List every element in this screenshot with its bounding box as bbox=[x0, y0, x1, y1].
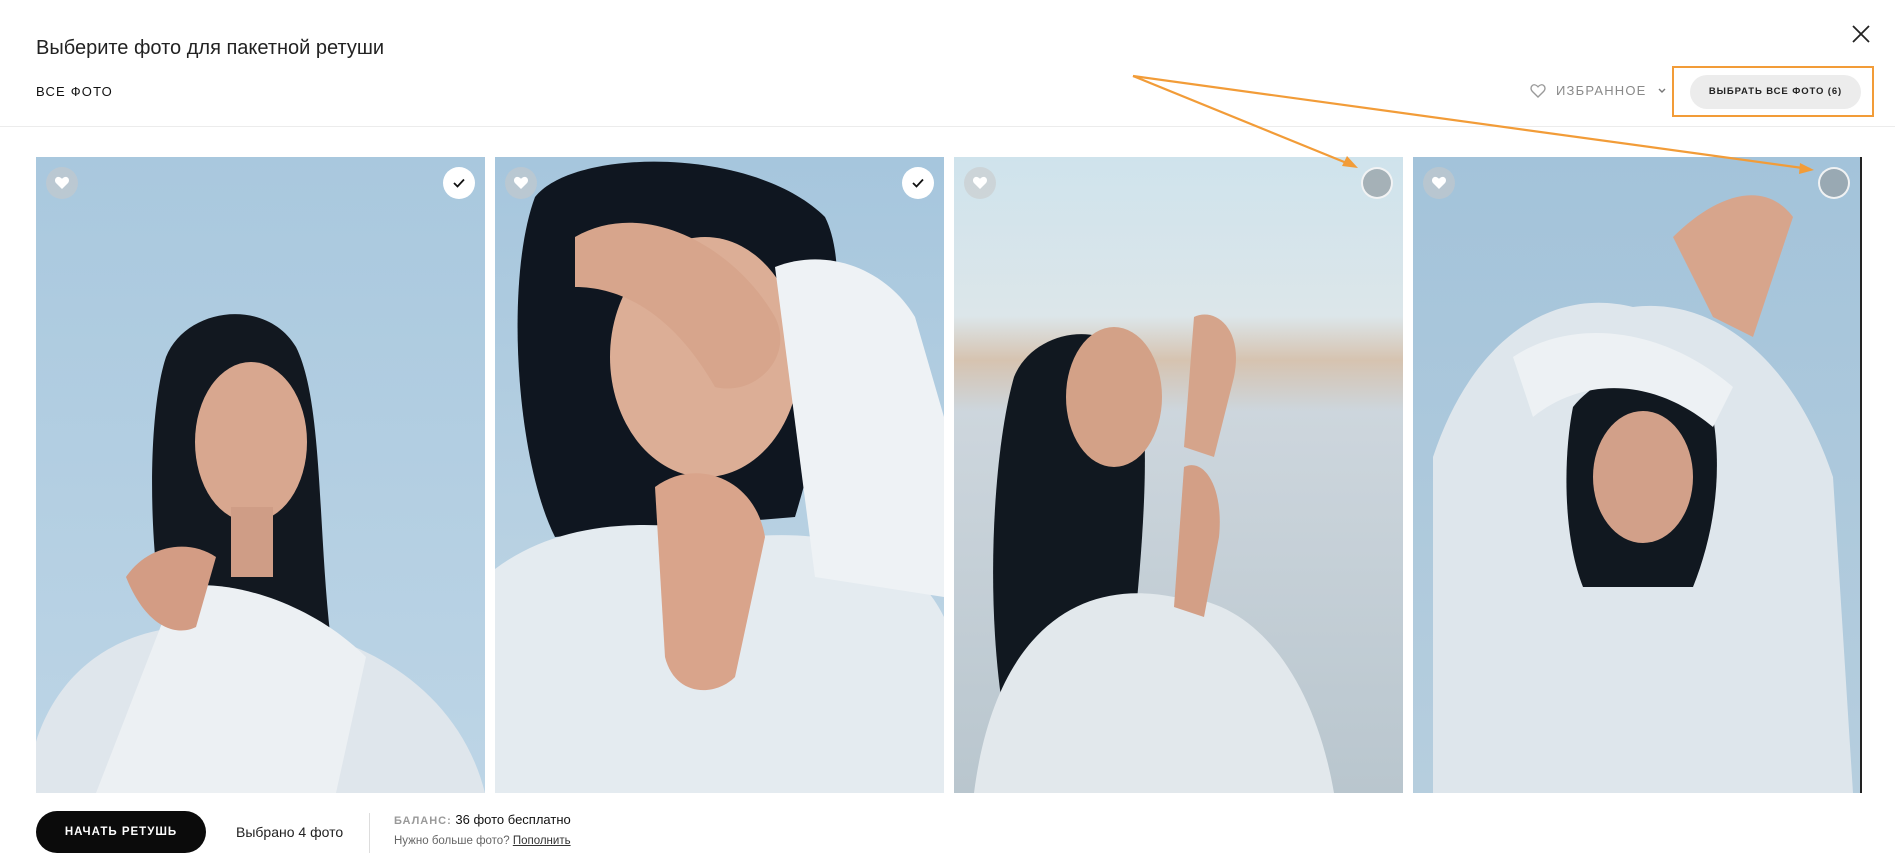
balance-value: 36 фото бесплатно bbox=[455, 812, 571, 827]
batch-retouch-dialog: Выберите фото для пакетной ретуши ВСЕ ФО… bbox=[0, 0, 1895, 861]
select-all-button[interactable]: ВЫБРАТЬ ВСЕ ФОТО (6) bbox=[1690, 75, 1861, 109]
check-icon bbox=[912, 178, 924, 188]
header-divider bbox=[0, 126, 1895, 127]
favorite-button[interactable] bbox=[1423, 167, 1455, 199]
heart-icon bbox=[1432, 176, 1446, 189]
footer-divider bbox=[369, 813, 370, 853]
chevron-down-icon bbox=[1658, 88, 1666, 93]
balance-info: БАЛАНС: 36 фото бесплатно bbox=[394, 812, 571, 827]
favorite-button[interactable] bbox=[46, 167, 78, 199]
photo-image bbox=[954, 157, 1403, 793]
photo-card[interactable] bbox=[1413, 157, 1862, 793]
photo-card[interactable] bbox=[495, 157, 944, 793]
select-checkbox[interactable] bbox=[902, 167, 934, 199]
balance-label: БАЛАНС: bbox=[394, 815, 452, 827]
footer-bar: НАЧАТЬ РЕТУШЬ Выбрано 4 фото БАЛАНС: 36 … bbox=[0, 793, 1895, 861]
heart-outline-icon bbox=[1530, 83, 1546, 98]
photo-image bbox=[495, 157, 944, 793]
photo-card[interactable] bbox=[954, 157, 1403, 793]
heart-icon bbox=[514, 176, 528, 189]
all-photos-filter[interactable]: ВСЕ ФОТО bbox=[36, 84, 113, 99]
select-checkbox[interactable] bbox=[443, 167, 475, 199]
favorites-filter-label: ИЗБРАННОЕ bbox=[1556, 83, 1647, 98]
close-icon[interactable] bbox=[1849, 22, 1873, 46]
favorite-button[interactable] bbox=[964, 167, 996, 199]
check-icon bbox=[453, 178, 465, 188]
photo-card[interactable] bbox=[36, 157, 485, 793]
select-checkbox[interactable] bbox=[1818, 167, 1850, 199]
photo-image bbox=[1413, 157, 1862, 793]
favorite-button[interactable] bbox=[505, 167, 537, 199]
dialog-title: Выберите фото для пакетной ретуши bbox=[36, 37, 385, 59]
need-more-text: Нужно больше фото? Пополнить bbox=[394, 835, 571, 847]
selected-count: Выбрано 4 фото bbox=[236, 824, 344, 840]
heart-icon bbox=[55, 176, 69, 189]
select-checkbox[interactable] bbox=[1361, 167, 1393, 199]
favorites-filter[interactable]: ИЗБРАННОЕ bbox=[1530, 83, 1667, 98]
photo-image bbox=[36, 157, 485, 793]
heart-icon bbox=[973, 176, 987, 189]
top-up-link[interactable]: Пополнить bbox=[513, 835, 571, 847]
start-retouch-button[interactable]: НАЧАТЬ РЕТУШЬ bbox=[36, 811, 206, 853]
